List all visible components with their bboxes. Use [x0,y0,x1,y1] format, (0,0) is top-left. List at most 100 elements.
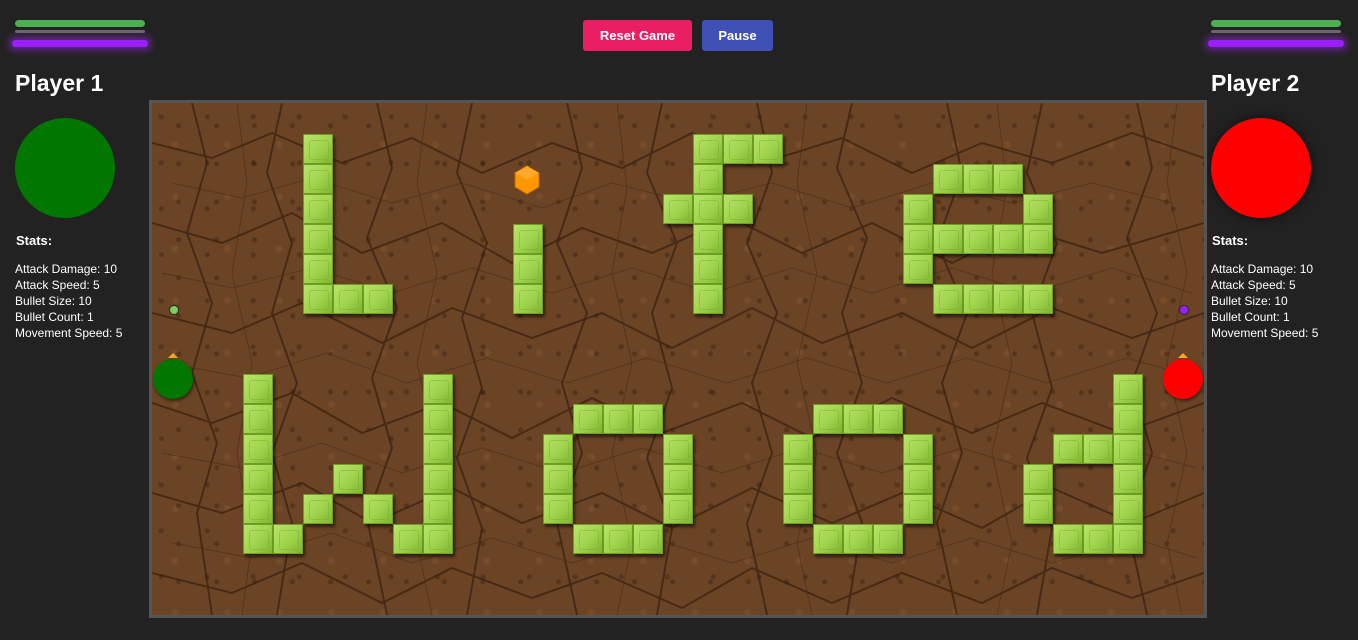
wall-block [783,464,813,494]
wall-block [693,284,723,314]
wall-block [1113,434,1143,464]
wall-block [423,524,453,554]
player2-stats-list: Attack Damage: 10 Attack Speed: 5 Bullet… [1211,261,1318,341]
wall-block [513,254,543,284]
reset-game-button[interactable]: Reset Game [583,20,692,51]
wall-block [543,434,573,464]
player2-stat-movement-speed: Movement Speed: 5 [1211,326,1319,340]
wall-block [423,494,453,524]
player1-aim-marker [168,353,178,358]
player2-energy-bar [1208,40,1344,47]
player2-health-track [1211,30,1341,33]
wall-block [693,194,723,224]
wall-block [423,404,453,434]
wall-block [843,524,873,554]
wall-block [243,434,273,464]
wall-block [693,164,723,194]
wall-block [303,194,333,224]
wall-block [513,224,543,254]
wall-block [303,164,333,194]
player2-bullet [1179,305,1189,315]
player2-tank[interactable] [1163,359,1203,399]
player1-energy-bar [12,40,148,47]
wall-block [303,134,333,164]
player1-stats-list: Attack Damage: 10 Attack Speed: 5 Bullet… [15,261,122,341]
wall-block [243,494,273,524]
player2-stat-bullet-count: Bullet Count: 1 [1211,310,1290,324]
wall-block [633,404,663,434]
player2-stat-bullet-size: Bullet Size: 10 [1211,294,1288,308]
wall-block [993,284,1023,314]
wall-block [363,494,393,524]
wall-block [303,494,333,524]
player1-stats-heading: Stats: [16,233,53,248]
wall-block [1053,434,1083,464]
wall-block [543,464,573,494]
wall-block [663,494,693,524]
wall-block [813,524,843,554]
wall-block [423,434,453,464]
player2-title: Player 2 [1211,70,1300,96]
wall-block [333,284,363,314]
wall-block [843,404,873,434]
wall-block [1083,524,1113,554]
wall-block [303,284,333,314]
wall-block [693,134,723,164]
wall-block [423,374,453,404]
wall-block [243,524,273,554]
player1-stat-attack-damage: Attack Damage: 10 [15,262,118,276]
wall-block [333,464,363,494]
wall-block [693,224,723,254]
wall-block [873,524,903,554]
wall-block [1113,404,1143,434]
player1-tank[interactable] [153,359,193,399]
player2-stats-heading: Stats: [1212,233,1249,248]
wall-block [543,494,573,524]
wall-block [903,494,933,524]
wall-block [1023,284,1053,314]
wall-block [573,404,603,434]
player1-stat-movement-speed: Movement Speed: 5 [15,326,123,340]
wall-block [993,224,1023,254]
player1-stat-attack-speed: Attack Speed: 5 [15,278,100,292]
wall-block [303,224,333,254]
wall-block [783,434,813,464]
player1-health-bar [15,20,145,27]
wall-block [243,404,273,434]
wall-block [873,404,903,434]
wall-block [903,464,933,494]
wall-block [723,194,753,224]
wall-block [903,434,933,464]
wall-block [903,254,933,284]
wall-block [933,164,963,194]
wall-block [1113,464,1143,494]
game-arena[interactable] [149,100,1207,618]
wall-block [633,524,663,554]
wall-block [663,194,693,224]
wall-block [1023,464,1053,494]
wall-block [933,224,963,254]
wall-block [1023,494,1053,524]
wall-block [513,284,543,314]
wall-block [693,254,723,284]
wall-block [363,284,393,314]
player2-health-bar [1211,20,1341,27]
wall-block [243,464,273,494]
wall-block [663,464,693,494]
wall-block [753,134,783,164]
player1-title: Player 1 [15,70,104,96]
wall-block [1083,434,1113,464]
player1-bullet [169,305,179,315]
player1-stat-bullet-count: Bullet Count: 1 [15,310,94,324]
wall-block [1023,224,1053,254]
wall-block [663,434,693,464]
game-screen: Player 1 Stats: Attack Damage: 10 Attack… [0,0,1358,640]
power-up-hexagon-icon[interactable] [512,165,542,195]
wall-block [963,224,993,254]
wall-block [963,284,993,314]
wall-block [1113,524,1143,554]
player1-stat-bullet-size: Bullet Size: 10 [15,294,92,308]
wall-block [423,464,453,494]
wall-block [1053,524,1083,554]
pause-button[interactable]: Pause [702,20,773,51]
